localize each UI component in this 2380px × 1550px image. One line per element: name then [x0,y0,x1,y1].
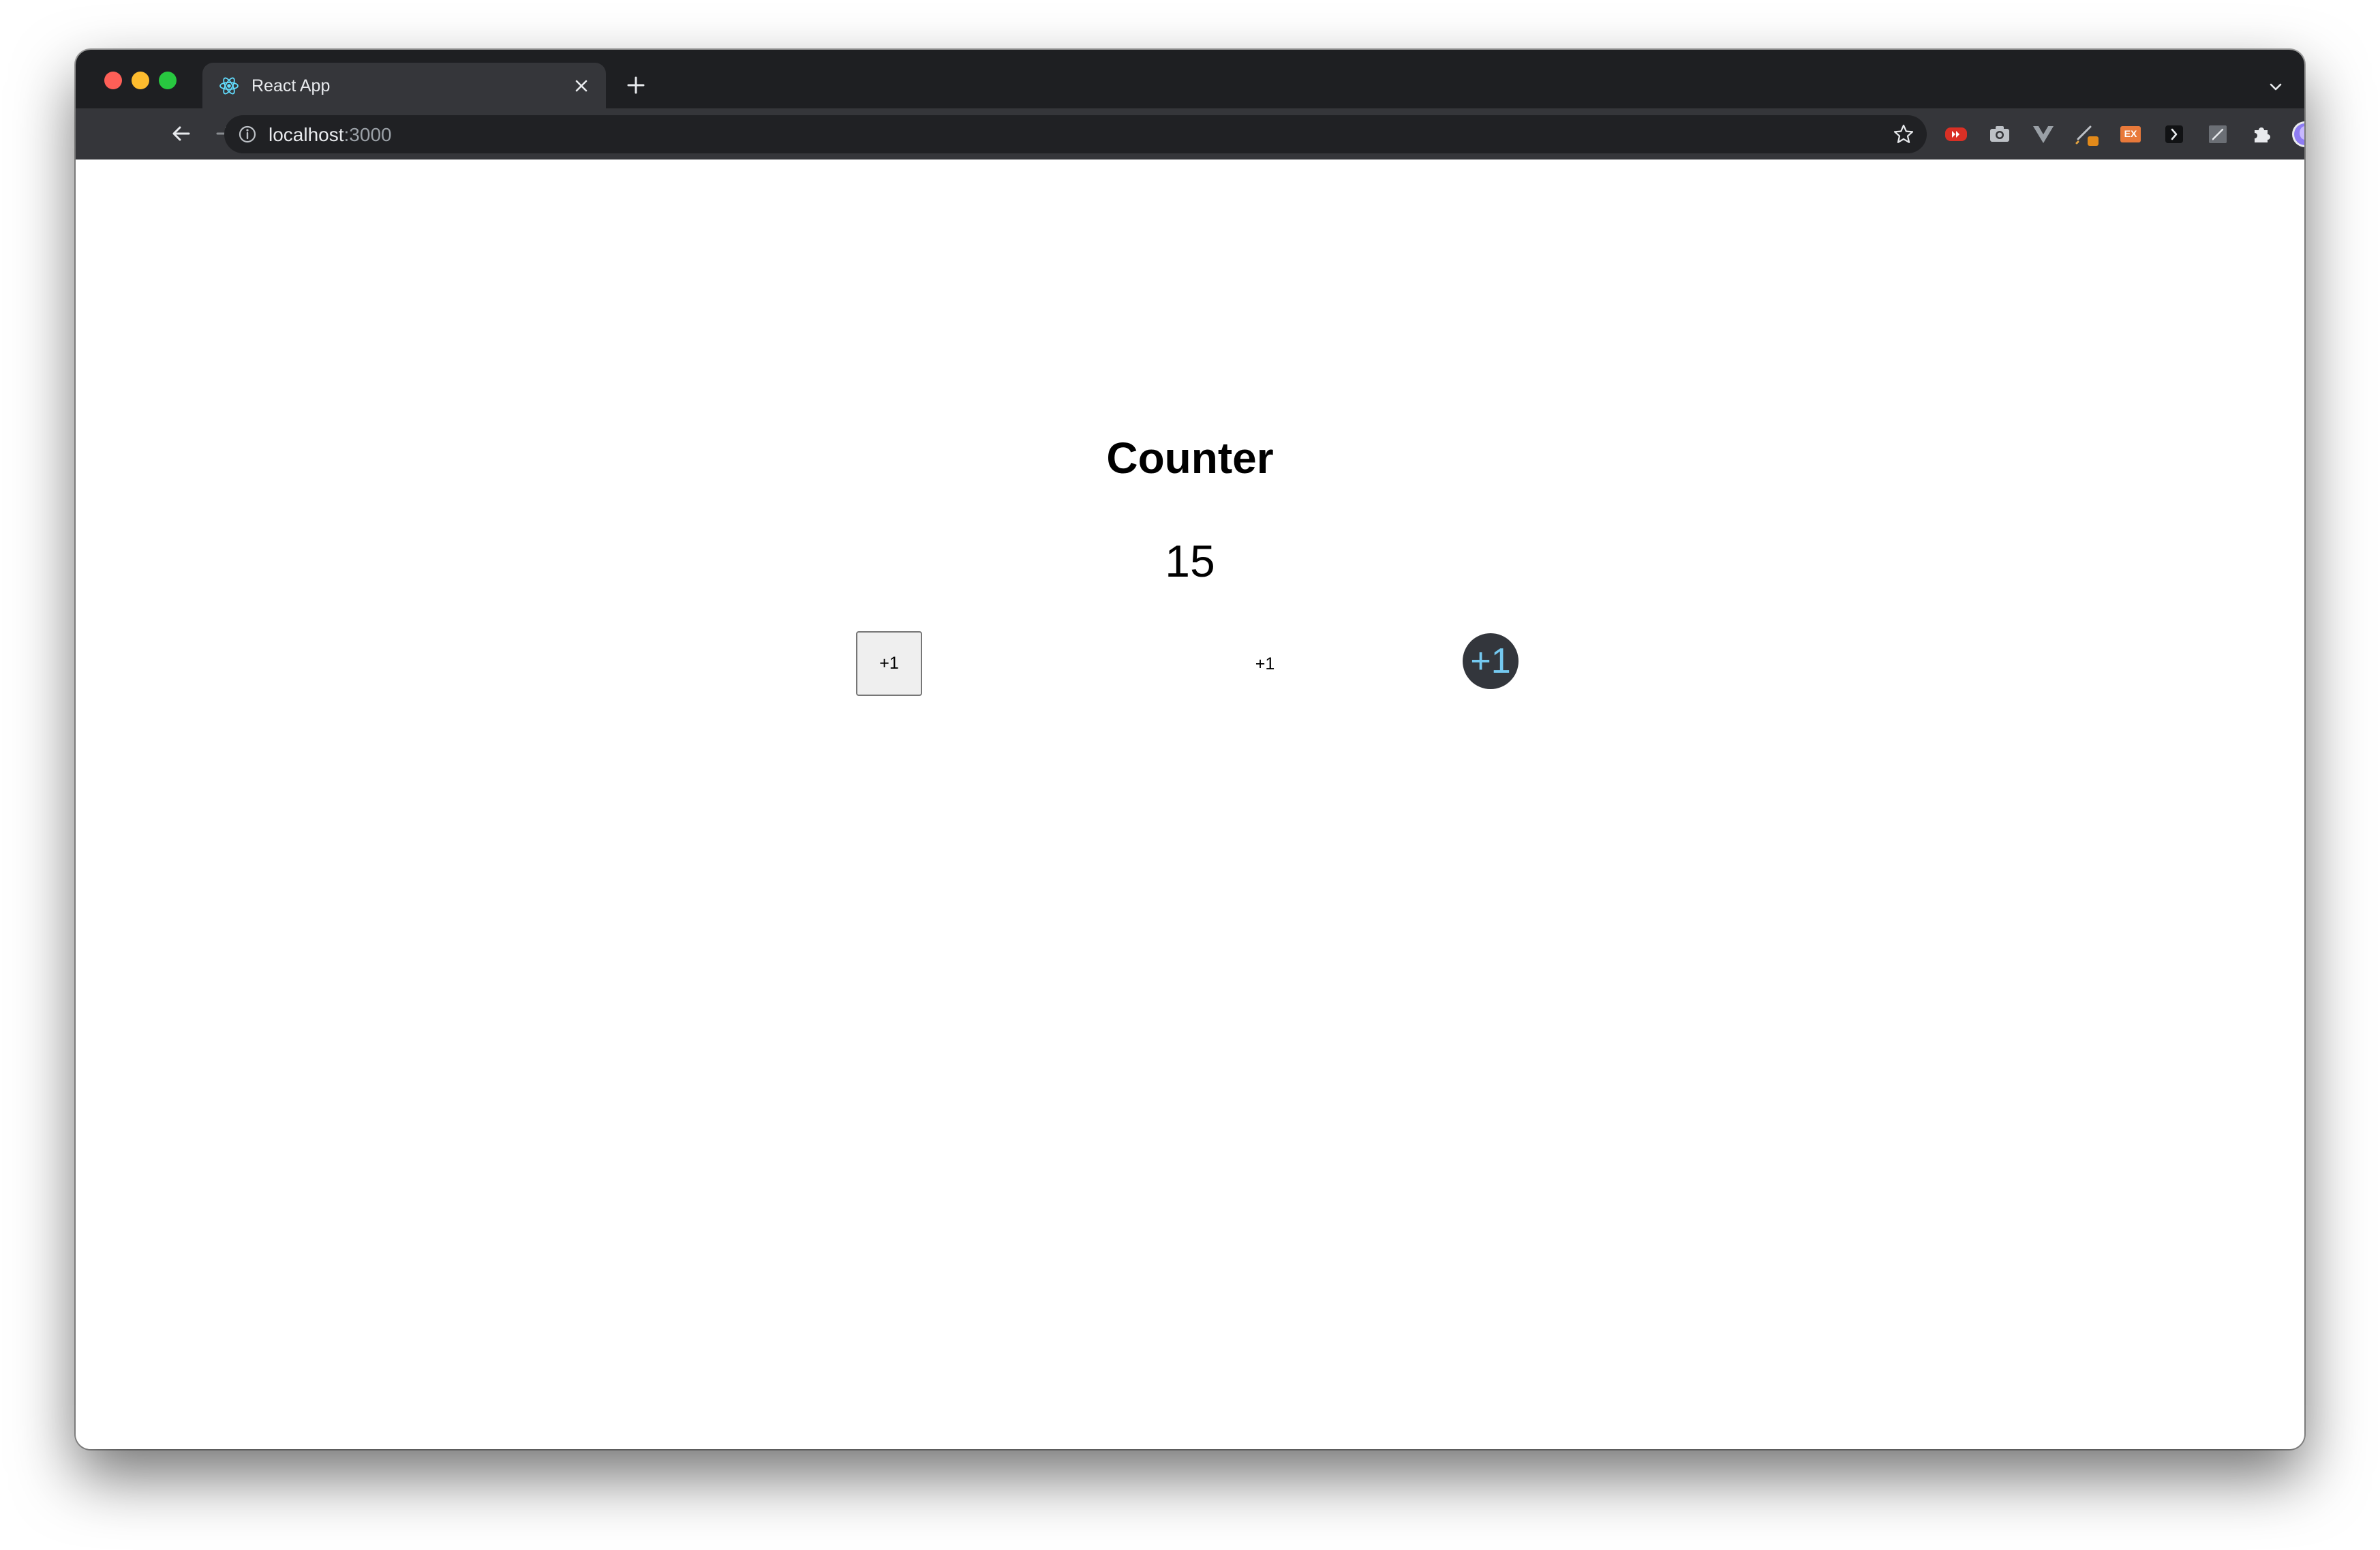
maximize-window-button[interactable] [159,72,177,89]
camera-glyph [1990,126,2009,142]
terminal-icon[interactable] [2161,121,2188,148]
ex-badge-text: EX [2124,128,2137,139]
page-content: Counter 15 +1 +1 +1 [76,159,2304,1449]
extensions-puzzle-glyph [2255,127,2270,142]
record-icon[interactable] [1942,121,1970,148]
url-port: :3000 [344,124,392,145]
edit-glyph [2209,125,2227,143]
close-window-button[interactable] [104,72,122,89]
new-tab-button[interactable] [621,70,651,100]
ex-badge-icon[interactable]: EX [2117,121,2144,148]
tab-strip: React App [76,50,2304,108]
chevron-down-icon [2270,83,2282,91]
terminal-glyph [2165,125,2183,143]
close-tab-button[interactable] [568,72,595,100]
info-icon[interactable] [238,125,257,144]
url-text[interactable]: localhost:3000 [269,124,392,146]
edit-icon[interactable] [2204,121,2231,148]
pen-glyph [2075,125,2099,146]
react-logo-icon [219,77,239,95]
vue-icon[interactable] [2030,121,2057,148]
address-bar[interactable]: localhost:3000 [224,115,1927,153]
increment-button-default[interactable]: +1 [856,631,922,696]
back-button[interactable] [164,117,198,151]
counter-value: 15 [1165,536,1215,586]
arrow-left-icon [172,126,190,141]
record-extension-glyph [1945,127,1967,141]
url-host: localhost [269,124,344,145]
avatar-glyph [2292,121,2304,147]
increment-button-plain[interactable]: +1 [1238,649,1292,679]
browser-toolbar: localhost:3000 EX [76,108,2304,159]
plus-icon [627,76,645,94]
browser-window: React App localhost:3000 EX Counter 15 +… [76,50,2304,1449]
pen-icon[interactable] [2073,121,2101,148]
tab-react-app[interactable]: React App [202,63,606,108]
page-title: Counter [1106,434,1274,483]
bookmark-star-icon[interactable] [1893,123,1914,145]
puzzle-icon[interactable] [2248,121,2275,148]
camera-icon[interactable] [1986,121,2013,148]
profile-avatar[interactable] [2291,121,2304,148]
increment-button-round[interactable]: +1 [1463,633,1519,689]
close-icon [575,80,588,92]
vue-glyph [2033,126,2054,143]
tab-search-button[interactable] [2263,74,2288,99]
tab-title: React App [251,76,331,95]
minimize-window-button[interactable] [132,72,149,89]
